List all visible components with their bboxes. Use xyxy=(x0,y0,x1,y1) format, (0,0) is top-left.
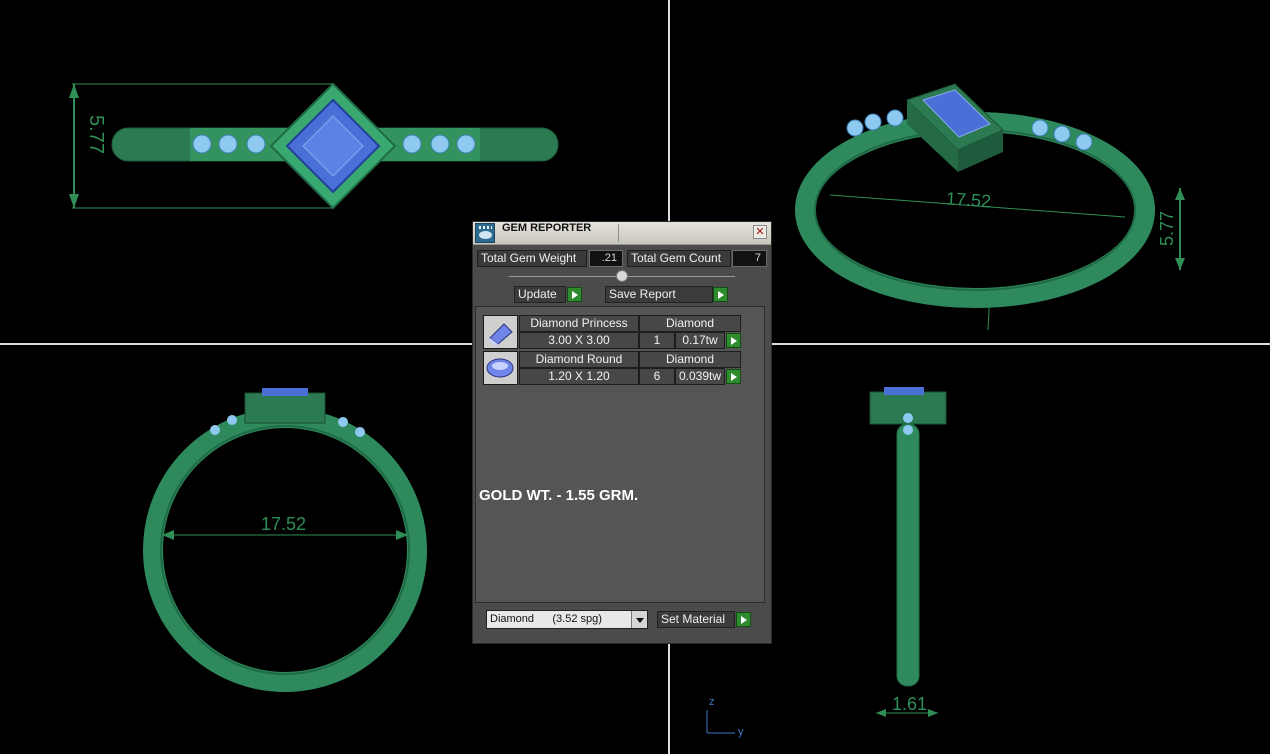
gem-size: 1.20 X 1.20 xyxy=(519,368,639,385)
ring-top-view xyxy=(69,82,559,210)
ring-front-view xyxy=(143,388,427,692)
panel-title: GEM REPORTER xyxy=(502,222,592,234)
update-button[interactable]: Update xyxy=(514,286,566,303)
dimension-label-height-perspective: 5.77 xyxy=(1157,210,1178,247)
update-go-icon[interactable] xyxy=(567,287,582,302)
gem-list: Diamond Princess Diamond 3.00 X 3.00 1 0… xyxy=(475,306,765,603)
dimension-label-width-front: 17.52 xyxy=(261,514,307,534)
total-gem-count-value: 7 xyxy=(732,250,767,267)
dimension-label-height-top: 5.77 xyxy=(84,115,107,154)
gem-row[interactable]: Diamond Round Diamond 1.20 X 1.20 6 0.03… xyxy=(481,351,741,385)
total-gem-weight-label: Total Gem Weight xyxy=(477,250,587,267)
gem-count: 6 xyxy=(639,368,675,385)
gem-name: Diamond Round xyxy=(519,351,639,368)
set-material-button[interactable]: Set Material xyxy=(657,611,735,628)
ring-side-view xyxy=(869,387,947,717)
gem-weight: 0.039tw xyxy=(675,368,725,385)
titlebar-divider xyxy=(618,224,619,242)
gem-select-go-icon[interactable] xyxy=(726,333,741,348)
princess-cut-gem-icon xyxy=(483,315,518,349)
side-stones-left xyxy=(192,134,266,154)
gem-reporter-panel: GEM REPORTER ✕ Total Gem Weight .21 Tota… xyxy=(472,221,772,644)
axis-label-z: z xyxy=(709,696,715,708)
dimension-label-width-perspective: 17.52 xyxy=(945,188,992,212)
round-cut-gem-icon xyxy=(483,351,518,385)
gem-row[interactable]: Diamond Princess Diamond 3.00 X 3.00 1 0… xyxy=(481,315,741,349)
gem-select-go-icon[interactable] xyxy=(726,369,741,384)
save-report-go-icon[interactable] xyxy=(713,287,728,302)
axis-indicator xyxy=(706,710,735,734)
gem-material: Diamond xyxy=(639,315,741,332)
material-select-value: Diamond (3.52 spg) xyxy=(490,613,602,625)
close-button[interactable]: ✕ xyxy=(753,225,767,239)
gem-material: Diamond xyxy=(639,351,741,368)
axis-label-y: y xyxy=(738,726,744,738)
dimension-label-width-side: 1.61 xyxy=(892,694,928,714)
ring-perspective-view xyxy=(795,83,1185,331)
total-gem-weight-value: .21 xyxy=(589,250,623,267)
panel-splitter-handle[interactable] xyxy=(616,270,628,282)
total-gem-count-label: Total Gem Count xyxy=(627,250,731,267)
gem-reporter-icon xyxy=(475,223,495,243)
gem-name: Diamond Princess xyxy=(519,315,639,332)
save-report-button[interactable]: Save Report xyxy=(605,286,713,303)
panel-titlebar[interactable]: GEM REPORTER ✕ xyxy=(473,222,771,245)
chevron-down-icon[interactable] xyxy=(631,611,647,628)
material-select[interactable]: Diamond (3.52 spg) xyxy=(486,610,648,629)
side-stones-right xyxy=(402,134,476,154)
gem-weight: 0.17tw xyxy=(675,332,725,349)
set-material-go-icon[interactable] xyxy=(736,612,751,627)
gem-count: 1 xyxy=(639,332,675,349)
gold-weight-note: GOLD WT. - 1.55 GRM. xyxy=(479,487,639,504)
gem-size: 3.00 X 3.00 xyxy=(519,332,639,349)
